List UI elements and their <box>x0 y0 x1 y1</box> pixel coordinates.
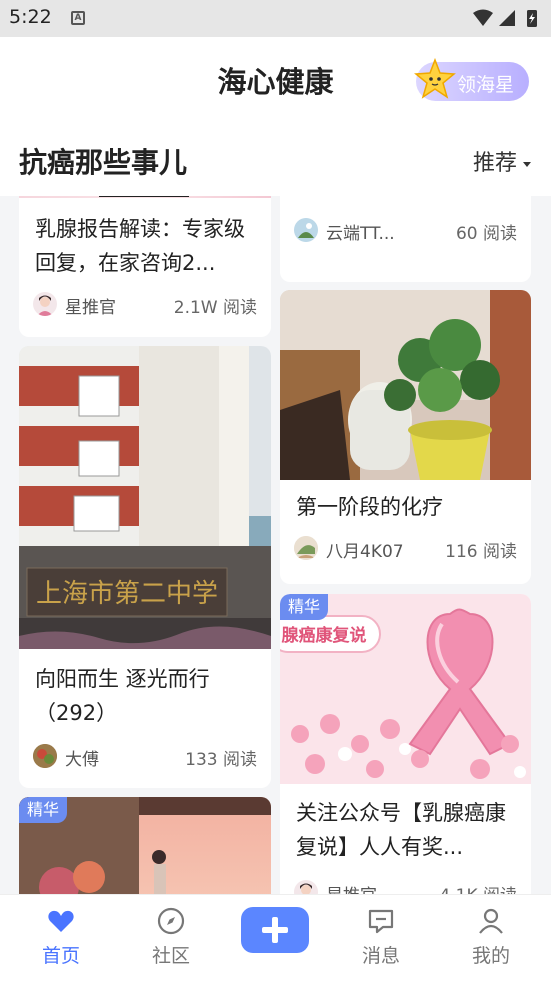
claim-star-button[interactable]: 领海星 <box>414 58 529 101</box>
post-meta: 云端TT... 60 阅读 <box>294 216 517 244</box>
post-title: 继续学习""左脚舞 <box>296 196 517 204</box>
author-name: 星推官 <box>65 298 116 318</box>
author-name: 大傅 <box>65 750 99 770</box>
caret-down-icon <box>523 161 531 167</box>
post-card[interactable]: 精华 <box>19 797 271 894</box>
read-count: 116 阅读 <box>445 542 517 562</box>
post-feed[interactable]: 乳腺报告解读：专家级回复，在家咨询2... 星推官 2.1W 阅读 上海市第二中… <box>0 196 551 894</box>
user-icon <box>479 908 503 934</box>
post-meta: 大傅 133 阅读 <box>33 742 257 770</box>
tab-label: 社区 <box>151 945 190 967</box>
post-card[interactable]: 上海市第二中学 向阳而生 逐光而行（292） 大傅 133 阅读 <box>19 346 271 788</box>
status-time: 5:22 <box>9 6 52 28</box>
post-card[interactable]: 乳腺报告解读：专家级回复，在家咨询2... 星推官 2.1W 阅读 <box>19 196 271 337</box>
system-status-icons <box>473 9 537 27</box>
post-card[interactable]: 继续学习""左脚舞 云端TT... 60 阅读 <box>280 196 531 282</box>
star-mascot-icon <box>414 58 456 99</box>
status-bar: 5:22 A <box>0 0 551 37</box>
app-header: 海心健康 领海星 <box>0 37 551 125</box>
plus-icon <box>262 917 288 943</box>
post-meta: 星推官 2.1W 阅读 <box>33 290 257 318</box>
read-count: 4.1K 阅读 <box>439 881 517 894</box>
featured-badge: 精华 <box>280 594 329 620</box>
section-title: 抗癌那些事儿 <box>19 146 188 179</box>
avatar <box>294 536 318 560</box>
author-name: 云端TT... <box>326 224 395 244</box>
school-sign-text: 上海市第二中学 <box>36 579 218 609</box>
tab-messages[interactable]: 消息 <box>331 895 431 981</box>
tab-profile[interactable]: 我的 <box>441 895 541 981</box>
sort-dropdown[interactable]: 推荐 <box>473 145 531 177</box>
post-image: 腺癌康复说 <box>280 594 531 784</box>
heart-icon <box>48 910 74 932</box>
create-post-button[interactable] <box>241 907 309 953</box>
tab-community[interactable]: 社区 <box>121 895 221 981</box>
tab-label: 消息 <box>361 945 400 967</box>
signal-icon <box>499 10 515 26</box>
author-name: 星推官 <box>326 881 377 894</box>
wifi-icon <box>473 9 493 26</box>
avatar <box>33 744 57 768</box>
read-count: 133 阅读 <box>185 750 257 770</box>
post-title: 乳腺报告解读：专家级回复，在家咨询2... <box>35 217 245 275</box>
author-name: 八月4K07 <box>326 542 404 562</box>
post-meta: 八月4K07 116 阅读 <box>294 534 517 562</box>
notification-icon: A <box>71 11 85 25</box>
tab-home[interactable]: 首页 <box>11 895 111 981</box>
post-card[interactable]: 腺癌康复说 精华 关注公众号【乳腺癌康复说】人人有奖... 星推官 4.1K 阅… <box>280 594 531 894</box>
avatar <box>33 292 57 316</box>
tab-label: 首页 <box>41 945 80 967</box>
post-title: 向阳而生 逐光而行（292） <box>35 667 210 725</box>
compass-icon <box>157 907 185 935</box>
message-icon <box>368 909 394 934</box>
claim-star-label: 领海星 <box>457 74 515 96</box>
read-count: 2.1W 阅读 <box>173 298 257 318</box>
post-title: 第一阶段的化疗 <box>296 495 443 519</box>
avatar <box>294 880 318 894</box>
tab-label: 我的 <box>471 945 510 967</box>
section-header: 抗癌那些事儿 推荐 <box>0 125 551 196</box>
post-image: 上海市第二中学 <box>19 346 271 649</box>
post-meta: 星推官 4.1K 阅读 <box>294 878 517 894</box>
image-caption: 腺癌康复说 <box>282 625 367 646</box>
post-card[interactable]: 第一阶段的化疗 八月4K07 116 阅读 <box>280 290 531 584</box>
sort-label: 推荐 <box>472 151 517 176</box>
avatar <box>294 218 318 242</box>
post-title: 关注公众号【乳腺癌康复说】人人有奖... <box>296 801 506 859</box>
post-image <box>280 290 531 480</box>
read-count: 60 阅读 <box>455 224 517 244</box>
bottom-tab-bar: 首页 社区 消息 我的 <box>0 894 551 981</box>
featured-badge: 精华 <box>19 797 68 823</box>
